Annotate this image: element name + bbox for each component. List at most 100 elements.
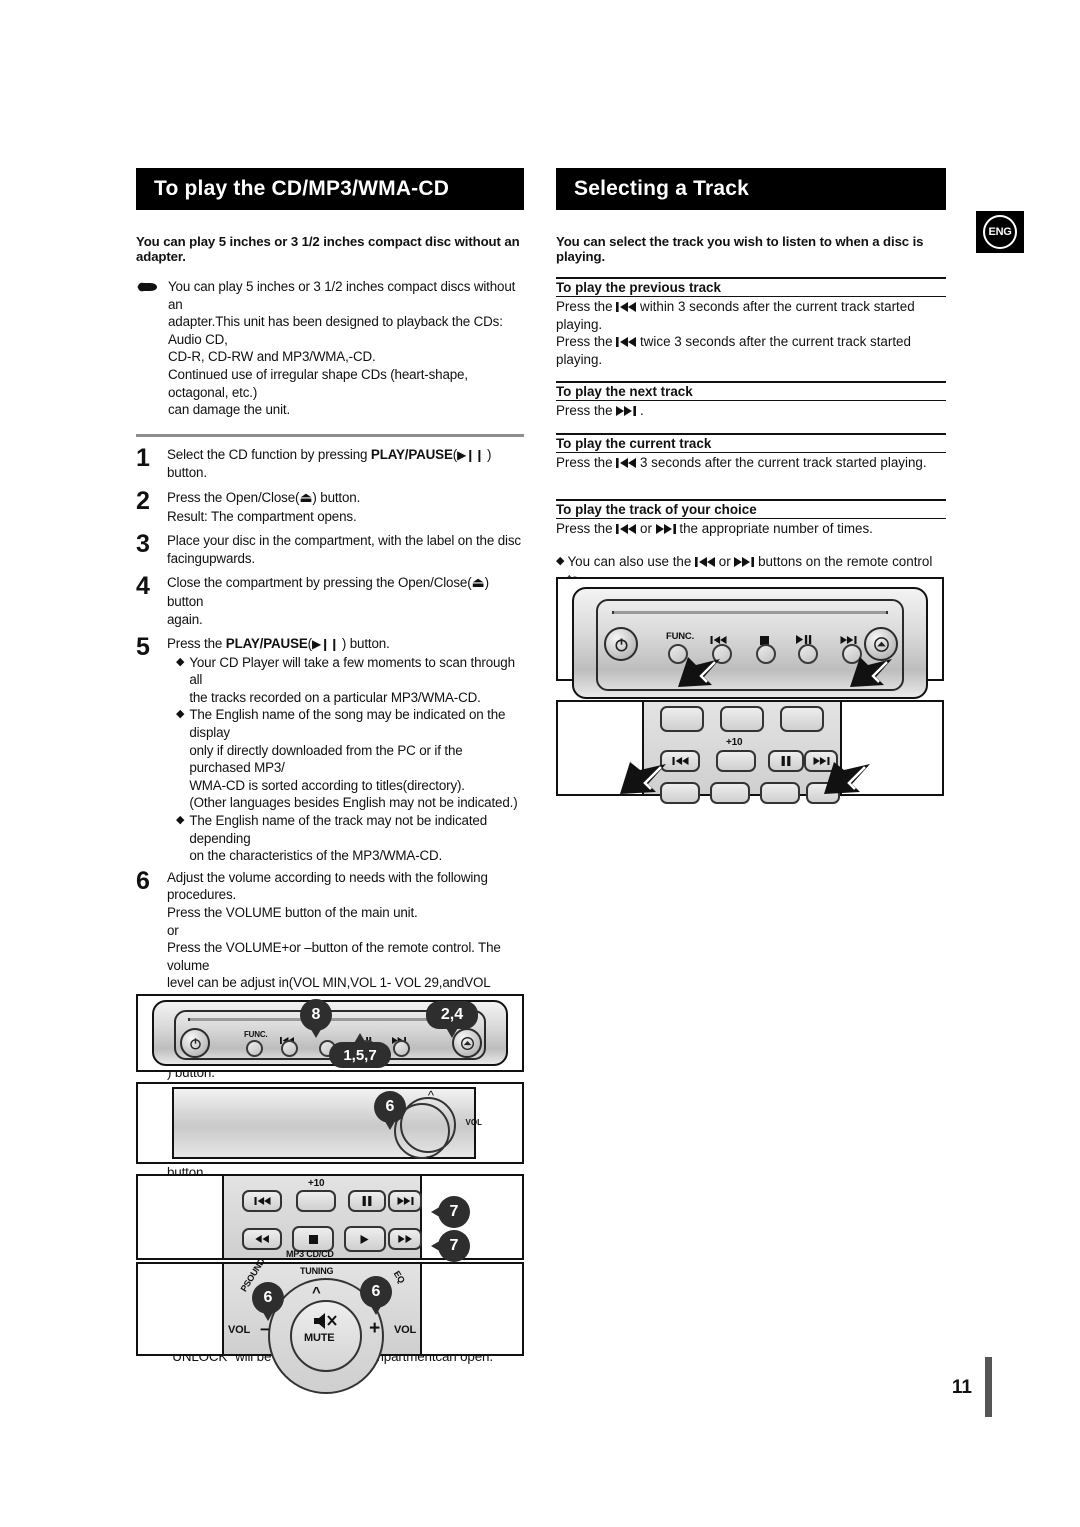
pause-icon [362,1196,372,1206]
prev-track-icon [616,337,637,348]
prev-button[interactable] [281,1040,298,1057]
page-edge-bar [985,1357,992,1417]
step-text: Place your disc in the compartment, with… [167,533,521,566]
right-section-title: Selecting a Track [556,168,946,210]
play-icon [360,1234,369,1244]
step-5: 5 Press the PLAY/PAUSE(▶❙❙ ) button. ◆ Y… [136,635,524,865]
play-pause-glyph: ▶❙❙ [457,447,484,462]
remote-prev-button[interactable] [242,1190,282,1212]
power-button[interactable] [604,627,638,661]
power-button[interactable] [180,1028,210,1058]
disc-type-label: MP3 CD/CD [286,1249,334,1259]
next-button[interactable] [393,1040,410,1057]
callout-step-2-4: 2,4 [426,1001,478,1038]
eject-icon [873,636,889,652]
section-heading: To play the previous track [556,277,946,297]
pointing-hand-glyph [137,282,157,292]
section-body: Press the 3 seconds after the current tr… [556,454,927,470]
step-text: Select the CD function by pressing PLAY/… [167,446,492,481]
power-icon [614,638,628,651]
bullet-item: ◆ The English name of the track may not … [176,813,487,864]
remote-next-button[interactable] [388,1190,422,1212]
callout-step-7-pause: 7 [431,1198,468,1226]
figure-volume-knob: ^ ⌄ VOL 6 [136,1082,524,1164]
section-body: Press the within 3 seconds after the cur… [556,299,915,367]
remote-body: PSOUND TUNING EQ MUTE ^ VOL − + VOL [222,1257,422,1394]
callout-step-1-5-7: 1,5,7 [329,1033,391,1068]
section-heading: To play the current track [556,432,946,453]
section-current-track: To play the current track Press the 3 se… [556,432,946,472]
eject-glyph: ⏏ [471,575,485,592]
step-number: 3 [136,530,150,559]
plus-ten-label: +10 [726,737,743,748]
pointing-hand-icon [136,278,158,419]
figure-remote-right: +10 [556,700,944,804]
volume-down-button[interactable]: − [260,1320,270,1340]
section-next-track: To play the next track Press the . [556,381,946,420]
remote-plus-ten-button[interactable] [716,750,756,772]
prev-track-icon [616,457,637,468]
func-button[interactable] [246,1040,263,1057]
func-label: FUNC. [244,1030,268,1039]
power-icon [189,1037,201,1050]
hand-note-text: You can play 5 inches or 3 1/2 inches co… [168,279,516,418]
remote-play-button[interactable] [760,782,800,804]
mute-label: MUTE [304,1332,335,1344]
callout-step-6-knob: 6 [376,1093,404,1130]
remote-key-row0-a[interactable] [660,706,704,732]
callout-step-6-vol-up: 6 [362,1278,390,1315]
figure-remote-transport: +10 MP3 CD/CD 7 7 [136,1174,524,1260]
remote-ff-button[interactable] [388,1228,422,1250]
remote-body: +10 [620,702,870,804]
step-number: 2 [136,486,150,515]
right-lead-text: You can select the track you wish to lis… [556,234,924,264]
left-lead-text: You can play 5 inches or 3 1/2 inches co… [136,234,520,264]
figure-main-unit-right: FUNC. [556,577,944,699]
step-text: Press the PLAY/PAUSE(▶❙❙ ) button. ◆ You… [167,635,524,865]
step-4: 4 Close the compartment by pressing the … [136,574,524,628]
step-6: 6 Adjust the volume according to needs w… [136,868,524,1010]
eng-tab-label: ENG [983,215,1017,249]
vol-right-label: VOL [393,1324,416,1336]
remote-pause-button[interactable] [768,750,804,772]
step-number: 5 [136,633,150,662]
remote-pause-button[interactable] [348,1190,386,1212]
eq-label: EQ [392,1269,408,1285]
stop-icon [308,1234,318,1244]
remote-stop-button[interactable] [710,782,750,804]
right-column: Selecting a Track You can select the tra… [556,168,946,606]
remote-key-row0-c[interactable] [780,706,824,732]
section-heading: To play the track of your choice [556,498,946,519]
hand-note: You can play 5 inches or 3 1/2 inches co… [136,278,524,419]
language-tab-eng: ENG [976,211,1024,253]
section-body: Press the . [556,403,644,419]
eject-icon [460,1036,474,1050]
pointer-arrow-prev [620,762,666,794]
remote-rew-button[interactable] [242,1228,282,1250]
pointer-arrow-prev [678,657,720,687]
remote-key-row0-b[interactable] [720,706,764,732]
fast-forward-icon [397,1235,412,1243]
prev-icon [254,1197,270,1205]
step-3: 3 Place your disc in the compartment, wi… [136,532,524,567]
play-pause-button[interactable] [798,644,818,664]
vol-left-label: VOL [228,1324,251,1336]
volume-up-button[interactable]: + [369,1318,380,1340]
step-2: 2 Press the Open/Close(⏏) button. Result… [136,486,524,525]
play-pause-glyph: ▶❙❙ [311,637,339,652]
tuning-label: TUNING [300,1266,334,1276]
callout-step-8: 8 [302,1001,330,1038]
diamond-bullet-icon: ◆ [176,708,185,721]
next-track-icon [616,406,637,417]
remote-plus-ten-button[interactable] [296,1190,336,1212]
remote-play-button[interactable] [344,1226,386,1252]
page-number: 11 [951,1377,972,1398]
bullet-item: ◆ Your CD Player will take a few moments… [176,654,515,705]
prev-track-icon [616,523,637,534]
stop-button[interactable] [756,644,776,664]
next-icon [397,1197,413,1205]
remote-body: +10 MP3 CD/CD [222,1176,422,1259]
step-number: 1 [136,443,150,472]
pointer-arrow-next [850,657,892,687]
tuning-up-chevron-icon: ^ [312,1284,321,1301]
